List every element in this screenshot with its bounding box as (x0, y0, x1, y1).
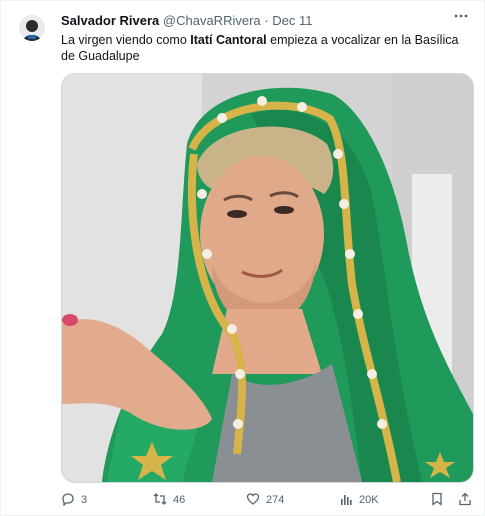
reply-button[interactable]: 3 (61, 491, 87, 509)
tweet-text: La virgen viendo como Itatí Cantoral emp… (61, 32, 471, 64)
retweet-button[interactable]: 46 (153, 491, 185, 509)
share-icon (458, 492, 472, 509)
reply-icon (61, 492, 75, 509)
views-count: 20K (359, 494, 379, 506)
author-handle[interactable]: @ChavaRRivera (163, 13, 261, 28)
retweet-icon (153, 492, 167, 509)
like-icon (246, 492, 260, 509)
views-button[interactable]: 20K (339, 491, 379, 509)
share-button[interactable] (458, 491, 472, 509)
tweet-date[interactable]: Dec 11 (272, 13, 312, 28)
tweet-photo[interactable] (61, 73, 474, 483)
like-count: 274 (266, 494, 285, 506)
more-icon[interactable] (454, 9, 468, 28)
author-name[interactable]: Salvador Rivera (61, 13, 159, 28)
views-icon (339, 492, 353, 509)
tweet-text-bold: Itatí Cantoral (190, 33, 267, 47)
tweet-text-before: La virgen viendo como (61, 33, 191, 47)
bookmark-button[interactable] (430, 491, 444, 509)
avatar[interactable] (19, 15, 45, 41)
like-button[interactable]: 274 (246, 491, 284, 509)
separator: · (264, 13, 269, 28)
tweet-header: Salvador Rivera @ChavaRRivera · Dec 11 (61, 12, 444, 30)
bookmark-icon (430, 492, 444, 509)
tweet-card[interactable]: Salvador Rivera @ChavaRRivera · Dec 11 L… (0, 0, 485, 516)
retweet-count: 46 (173, 494, 186, 506)
action-bar: 3 46 274 20K (61, 491, 476, 509)
reply-count: 3 (81, 494, 88, 506)
